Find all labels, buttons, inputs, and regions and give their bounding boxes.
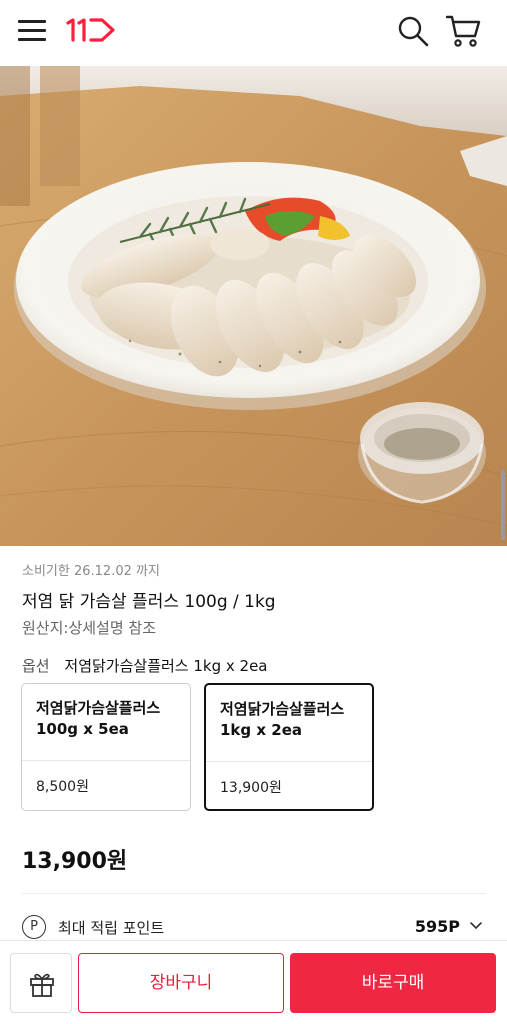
divider bbox=[206, 761, 372, 762]
option-card-price: 8,500원 bbox=[36, 779, 89, 795]
divider bbox=[22, 893, 486, 894]
option-card-100g[interactable]: 저염닭가슴살플러스 100g x 5ea 8,500원 bbox=[21, 683, 191, 811]
points-icon: P bbox=[22, 915, 46, 939]
option-summary: 옵션 저염닭가슴살플러스 1kg x 2ea bbox=[22, 655, 268, 676]
origin-info: 원산지:상세설명 참조 bbox=[22, 619, 157, 637]
gift-icon bbox=[30, 973, 54, 997]
total-price: 13,900원 bbox=[22, 849, 128, 874]
option-selected-value: 저염닭가슴살플러스 1kg x 2ea bbox=[64, 657, 268, 675]
brand-logo[interactable] bbox=[64, 16, 118, 44]
add-to-cart-button[interactable]: 장바구니 bbox=[78, 953, 284, 1013]
cart-icon[interactable] bbox=[444, 12, 482, 50]
buy-now-button[interactable]: 바로구매 bbox=[290, 953, 496, 1013]
menu-icon[interactable] bbox=[18, 17, 48, 43]
gift-button[interactable] bbox=[10, 953, 72, 1013]
option-card-1kg[interactable]: 저염닭가슴살플러스 1kg x 2ea 13,900원 bbox=[204, 683, 374, 811]
product-image[interactable] bbox=[0, 66, 507, 546]
bottom-action-bar: 장바구니 바로구매 bbox=[0, 940, 507, 1024]
option-card-title: 저염닭가슴살플러스 100g x 5ea bbox=[36, 699, 161, 738]
option-card-title: 저염닭가슴살플러스 1kg x 2ea bbox=[220, 700, 345, 739]
points-value: 595P bbox=[414, 917, 460, 936]
option-label: 옵션 bbox=[22, 657, 50, 675]
points-row[interactable]: P 최대 적립 포인트 595P bbox=[22, 912, 486, 942]
points-label: 최대 적립 포인트 bbox=[58, 919, 165, 937]
scrollbar[interactable] bbox=[501, 470, 505, 540]
divider bbox=[22, 760, 190, 761]
option-card-price: 13,900원 bbox=[220, 780, 282, 796]
search-icon[interactable] bbox=[396, 14, 430, 48]
top-bar bbox=[0, 0, 507, 64]
expiry-date: 소비기한 26.12.02 까지 bbox=[22, 564, 160, 579]
chevron-down-icon[interactable] bbox=[468, 918, 484, 934]
product-name: 저염 닭 가슴살 플러스 100g / 1kg bbox=[22, 592, 276, 612]
